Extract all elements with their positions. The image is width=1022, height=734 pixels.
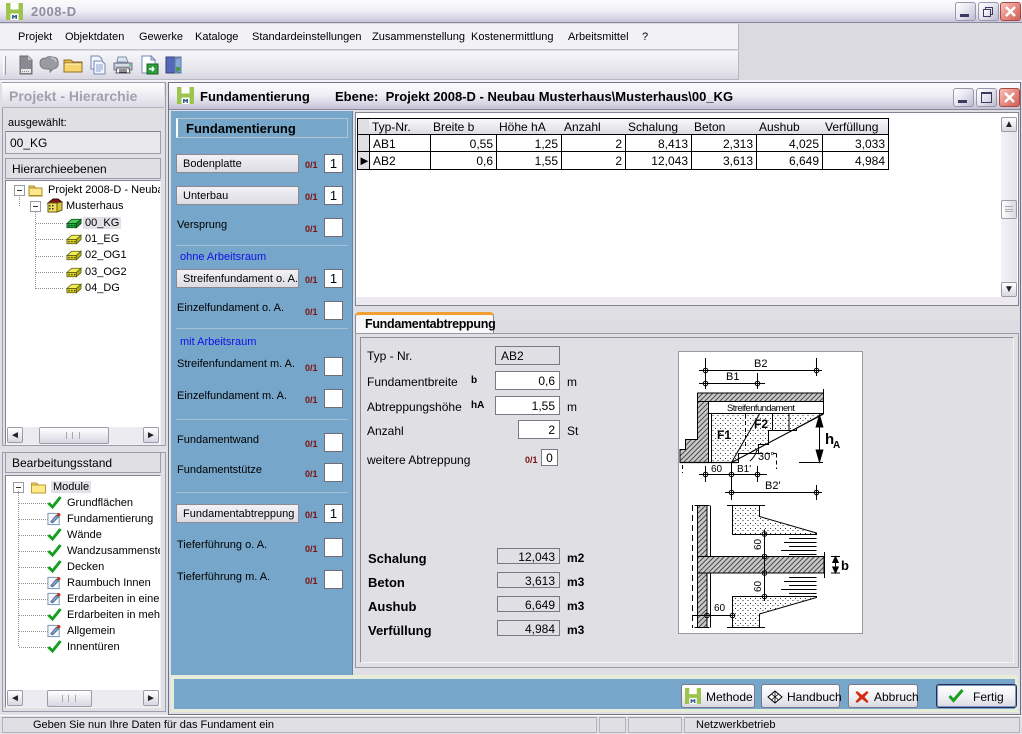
svg-text:F1: F1	[717, 428, 731, 442]
svg-text:60: 60	[753, 580, 764, 592]
svg-text:B1': B1'	[737, 464, 751, 475]
svg-text:B2': B2'	[765, 480, 781, 492]
svg-text:B1: B1	[726, 371, 739, 383]
svg-text:B2: B2	[754, 358, 767, 370]
svg-text:30°: 30°	[758, 451, 775, 463]
svg-text:60: 60	[714, 603, 726, 614]
svg-text:60: 60	[753, 538, 764, 550]
svg-text:Streifenfundament: Streifenfundament	[727, 403, 795, 414]
svg-text:b: b	[841, 558, 849, 573]
svg-text:A: A	[833, 440, 840, 451]
svg-text:60: 60	[711, 464, 723, 475]
svg-text:F2: F2	[754, 417, 768, 431]
